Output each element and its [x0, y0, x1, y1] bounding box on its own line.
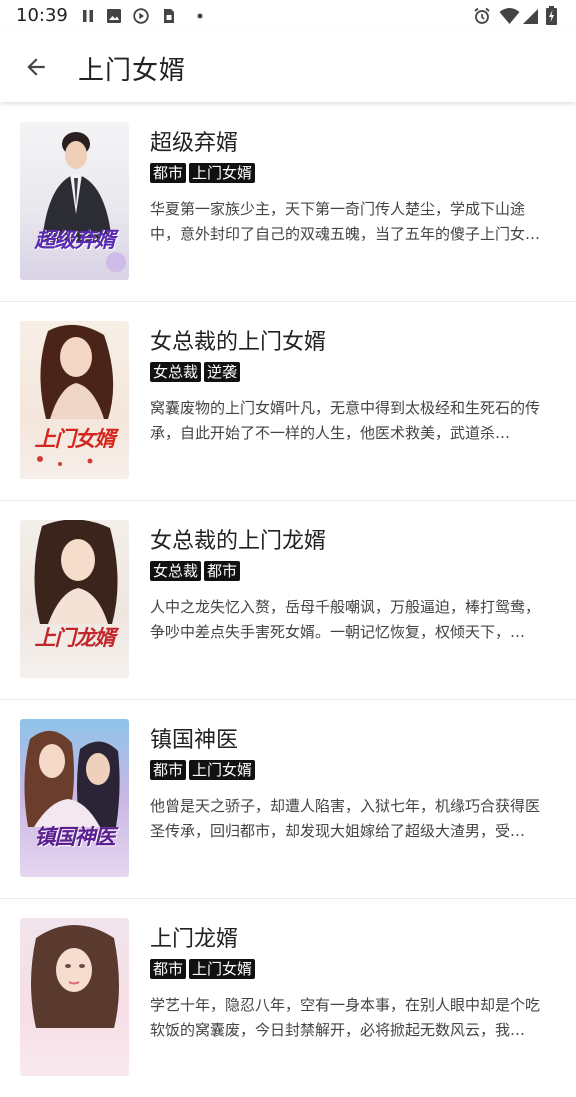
tag-list: 都市 上门女婿	[150, 760, 256, 780]
cover-title-text: 上门女婿	[34, 427, 116, 451]
book-description: 他曾是天之骄子，却遭人陷害，入狱七年，机缘巧合获得医圣传承，回归都市，却发现大姐…	[150, 797, 541, 840]
book-description: 华夏第一家族少主，天下第一奇门传人楚尘，学成下山途中，意外封印了自己的双魂五魄，…	[150, 200, 526, 243]
book-list-item[interactable]: 镇国神医 镇国神医 都市 上门女婿 他曾是天之骄子，却遭人陷害，入狱七年，机缘巧…	[0, 700, 576, 899]
tag-list: 女总裁 都市	[150, 561, 241, 581]
tag: 逆袭	[204, 362, 241, 382]
back-button[interactable]	[12, 43, 60, 91]
tag: 上门女婿	[189, 163, 256, 183]
book-list-item[interactable]: 上门龙婿 都市 上门女婿 学艺十年，隐忍八年，空有一身本事，在别人眼中却是个吃软…	[0, 899, 576, 1097]
play-circle-icon	[133, 8, 149, 24]
book-cover: 镇国神医	[20, 719, 129, 877]
tag: 上门女婿	[189, 959, 256, 979]
cover-title-text: 上门龙婿	[34, 626, 116, 650]
tag-list: 女总裁 逆袭	[150, 362, 241, 382]
status-time: 10:39	[16, 5, 68, 26]
book-cover: 上门女婿	[20, 321, 129, 479]
status-bar: 10:39	[0, 0, 576, 32]
arrow-left-icon	[27, 58, 45, 76]
tag-list: 都市 上门女婿	[150, 959, 256, 979]
book-list: 超级弃婿 超级弃婿 都市 上门女婿 华夏第一家族少主，天下第一奇门传人楚尘，学成…	[0, 103, 576, 1097]
tag: 都市	[150, 163, 187, 183]
dot-icon	[197, 13, 203, 19]
tag: 女总裁	[150, 362, 202, 382]
image-icon	[107, 9, 121, 23]
tag: 上门女婿	[189, 760, 256, 780]
alarm-icon	[474, 7, 490, 24]
page-title: 上门女婿	[78, 56, 187, 86]
tag: 都市	[204, 561, 241, 581]
tag: 都市	[150, 760, 187, 780]
book-title: 女总裁的上门女婿	[150, 330, 327, 355]
pause-icon	[83, 10, 93, 22]
book-title: 上门龙婿	[150, 927, 239, 952]
tag-list: 都市 上门女婿	[150, 163, 256, 183]
cover-title-text: 镇国神医	[34, 825, 116, 849]
book-list-item[interactable]: 超级弃婿 超级弃婿 都市 上门女婿 华夏第一家族少主，天下第一奇门传人楚尘，学成…	[0, 103, 576, 302]
book-description: 窝囊废物的上门女婿叶凡，无意中得到太极经和生死石的传承，自此开始了不一样的人生，…	[150, 399, 541, 442]
cover-title-text: 超级弃婿	[34, 228, 116, 252]
sim-card-icon	[164, 9, 174, 23]
tag: 女总裁	[150, 561, 202, 581]
book-list-item[interactable]: 上门女婿 女总裁的上门女婿 女总裁 逆袭 窝囊废物的上门女婿叶凡，无意中得到太极…	[0, 302, 576, 501]
book-title: 女总裁的上门龙婿	[150, 529, 327, 554]
book-title: 镇国神医	[150, 728, 239, 753]
tag: 都市	[150, 959, 187, 979]
app-bar: 上门女婿	[0, 32, 576, 102]
book-cover: 超级弃婿	[20, 122, 129, 280]
book-cover: 上门龙婿	[20, 520, 129, 678]
book-cover	[20, 918, 129, 1076]
battery-charging-icon	[546, 6, 557, 25]
book-description: 人中之龙失忆入赘，岳母千般嘲讽，万般逼迫，棒打鸳鸯，争吵中差点失手害死女婿。一朝…	[150, 598, 541, 641]
wifi-icon	[499, 8, 520, 24]
book-title: 超级弃婿	[150, 131, 239, 156]
book-list-item[interactable]: 上门龙婿 女总裁的上门龙婿 女总裁 都市 人中之龙失忆入赘，岳母千般嘲讽，万般逼…	[0, 501, 576, 700]
cellular-signal-icon	[523, 9, 538, 24]
book-description: 学艺十年，隐忍八年，空有一身本事，在别人眼中却是个吃软饭的窝囊废，今日封禁解开，…	[150, 996, 541, 1039]
